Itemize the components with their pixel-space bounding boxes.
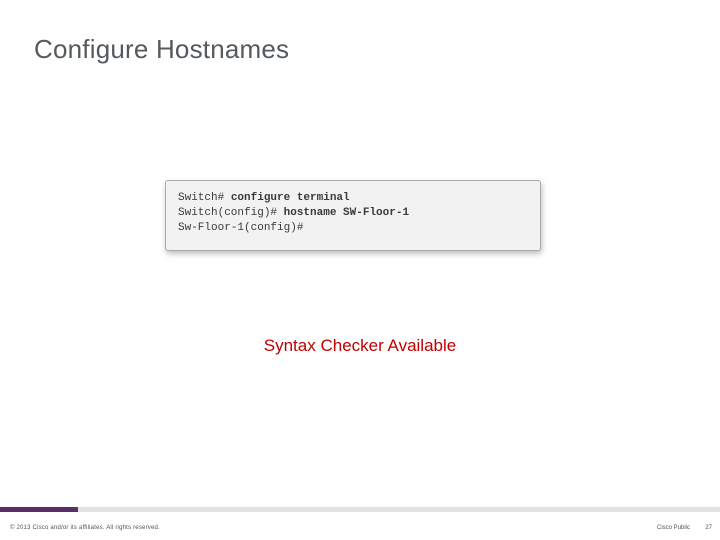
terminal-panel: Switch# configure terminal Switch(config… [165, 180, 541, 251]
footer: © 2013 Cisco and/or its affiliates. All … [0, 512, 720, 540]
terminal-prompt-1: Switch# [178, 192, 231, 204]
terminal-line-2: Switch(config)# hostname SW-Floor-1 [178, 206, 528, 221]
terminal-line-3: Sw-Floor-1(config)# [178, 221, 528, 236]
terminal-cmd-2: hostname SW-Floor-1 [284, 207, 409, 219]
terminal-cmd-1: configure terminal [231, 192, 350, 204]
terminal-prompt-2: Switch(config)# [178, 207, 284, 219]
terminal-line-1: Switch# configure terminal [178, 191, 528, 206]
syntax-checker-notice: Syntax Checker Available [0, 336, 720, 356]
footer-label: Cisco Public [657, 525, 690, 531]
copyright-text: © 2013 Cisco and/or its affiliates. All … [10, 525, 160, 531]
page-title: Configure Hostnames [34, 34, 289, 65]
page-number: 27 [705, 525, 712, 531]
